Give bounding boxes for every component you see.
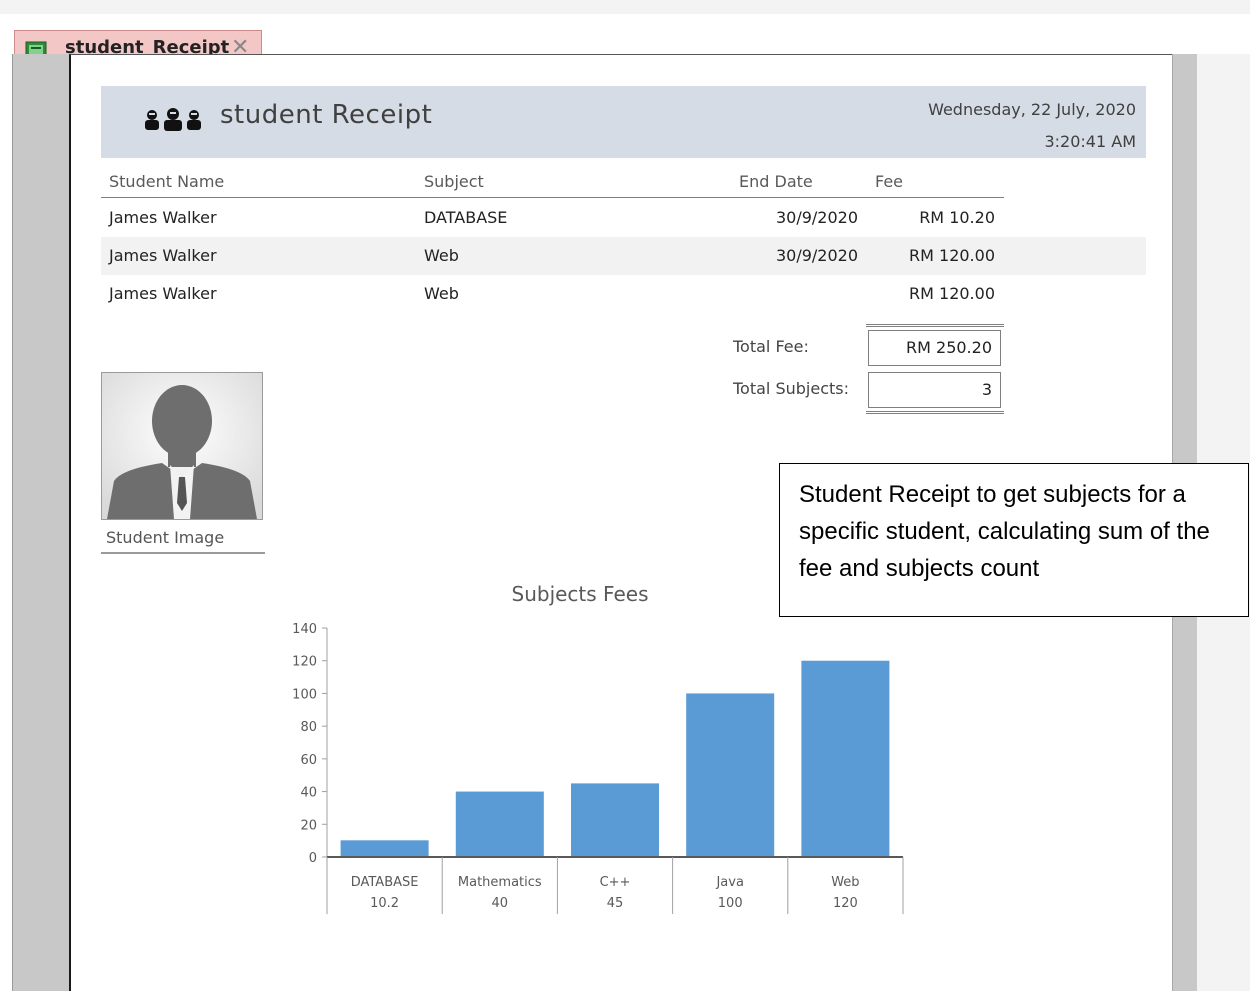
totals-bottom-rule <box>866 411 1004 414</box>
table-row: James Walker Web 30/9/2020 RM 120.00 <box>101 237 1146 275</box>
cell-fee: RM 10.20 <box>919 208 995 227</box>
cell-subject: Web <box>424 246 459 265</box>
report-time: 3:20:41 AM <box>1044 132 1136 151</box>
table-row: James Walker Web RM 120.00 <box>101 275 1146 313</box>
cell-student-name: James Walker <box>109 246 217 265</box>
report-title: student Receipt <box>220 100 433 130</box>
table-row: James Walker DATABASE 30/9/2020 RM 10.20 <box>101 199 1146 237</box>
student-image-label: Student Image <box>106 528 225 547</box>
cell-end-date: 30/9/2020 <box>775 208 858 227</box>
ribbon-remnant <box>0 0 1250 14</box>
callout-text: Student Receipt to get subjects for a sp… <box>799 481 1210 582</box>
photo-underline <box>101 552 265 554</box>
person-silhouette-icon <box>102 373 262 519</box>
chart-title: Subjects Fees <box>511 582 649 606</box>
cell-fee: RM 120.00 <box>909 284 995 303</box>
total-subjects-value: 3 <box>868 372 1001 408</box>
cell-end-date: 30/9/2020 <box>775 246 858 265</box>
left-rail <box>0 54 13 991</box>
student-photo <box>101 372 263 520</box>
column-header-student-name: Student Name <box>109 172 225 191</box>
cell-fee: RM 120.00 <box>909 246 995 265</box>
people-icon <box>143 108 203 136</box>
total-subjects-label: Total Subjects: <box>733 379 849 398</box>
column-header-subject: Subject <box>424 172 484 191</box>
column-header-end-date: End Date <box>739 172 813 191</box>
cell-student-name: James Walker <box>109 284 217 303</box>
total-fee-value: RM 250.20 <box>868 330 1001 366</box>
totals-top-rule <box>866 324 1004 327</box>
column-header-fee: Fee <box>875 172 904 191</box>
document-tab-bar: student_Receipt ✕ <box>0 14 1250 68</box>
cell-student-name: James Walker <box>109 208 217 227</box>
report-date: Wednesday, 22 July, 2020 <box>928 100 1136 119</box>
header-divider <box>101 197 1004 198</box>
cell-subject: DATABASE <box>424 208 508 227</box>
cell-subject: Web <box>424 284 459 303</box>
total-fee-label: Total Fee: <box>733 337 809 356</box>
